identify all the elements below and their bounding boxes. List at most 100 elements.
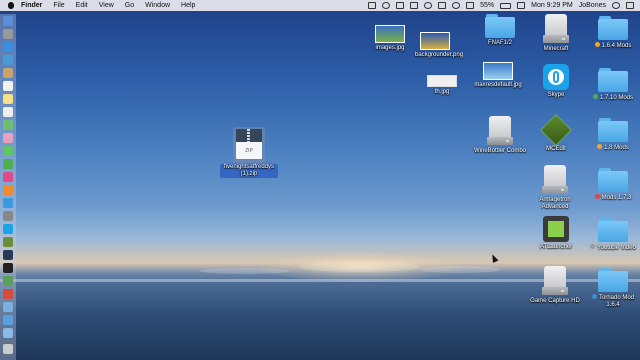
maxresdefault-label: maxresdefault.jpg bbox=[474, 82, 522, 88]
menu-file[interactable]: File bbox=[53, 2, 64, 9]
app-dock-icon[interactable] bbox=[3, 289, 13, 299]
menu-go[interactable]: Go bbox=[125, 2, 134, 9]
drive-icon bbox=[541, 266, 569, 296]
battery-percent[interactable]: 55% bbox=[480, 2, 494, 9]
dropbox-icon[interactable] bbox=[396, 2, 405, 9]
blue-tag-icon bbox=[591, 294, 597, 299]
mods-1710-label: 1.7.10 Mods bbox=[592, 94, 633, 102]
mods-164-folder[interactable]: 1.6.4 Mods bbox=[588, 16, 638, 50]
menu-finder[interactable]: Finder bbox=[21, 2, 42, 9]
fnaf-folder-label: FNAF1/2 bbox=[487, 40, 512, 46]
mods-164-label: 1.6.4 Mods bbox=[594, 42, 631, 50]
drive-icon bbox=[542, 14, 570, 44]
terminal-dock-icon[interactable] bbox=[3, 263, 13, 273]
app-store-dock-icon[interactable] bbox=[3, 198, 13, 208]
mods-173-text: Mods 1.7.3 bbox=[601, 195, 632, 201]
facetime-dock-icon[interactable] bbox=[3, 159, 13, 169]
menu-bar: Finder File Edit View Go Window Help 55%… bbox=[0, 0, 640, 11]
atlauncher-icon bbox=[543, 216, 569, 242]
mods-173-label: Mods 1.7.3 bbox=[594, 194, 632, 202]
menu-window[interactable]: Window bbox=[145, 2, 170, 9]
th-jpg-file[interactable]: th.jpg bbox=[424, 75, 460, 96]
fnaf-folder[interactable]: FNAF1/2 bbox=[472, 14, 528, 47]
itunes-dock-icon[interactable] bbox=[3, 172, 13, 182]
maps-dock-icon[interactable] bbox=[3, 120, 13, 130]
game-capture-label: Game Capture HD bbox=[530, 298, 580, 304]
drive-icon bbox=[486, 116, 514, 146]
steam-dock-icon[interactable] bbox=[3, 250, 13, 260]
mail-dock-icon[interactable] bbox=[3, 55, 13, 65]
menu-edit[interactable]: Edit bbox=[76, 2, 88, 9]
dock bbox=[0, 14, 16, 360]
zip-file-icon[interactable]: ZIP fivenightsatfreddys (1).zip bbox=[220, 127, 278, 178]
wifi-icon[interactable] bbox=[452, 2, 461, 9]
tornado-mod-folder[interactable]: Tornado Mod 1.6.4 bbox=[588, 268, 638, 309]
mcedit-app[interactable]: MCEdit bbox=[530, 114, 582, 153]
skype-dock-icon[interactable] bbox=[3, 224, 13, 234]
notification-center-icon[interactable] bbox=[626, 2, 634, 9]
tornado-mod-text: Tornado Mod 1.6.4 bbox=[598, 295, 635, 308]
orange-tag-icon bbox=[594, 42, 600, 47]
tornado-mod-label: Tornado Mod 1.6.4 bbox=[588, 294, 638, 309]
game-capture-drive[interactable]: Game Capture HD bbox=[526, 266, 584, 305]
red-tag-icon bbox=[594, 194, 600, 199]
mcedit-icon bbox=[540, 114, 572, 146]
youtube-video-text: Youtube Video bbox=[597, 245, 636, 251]
skype-icon bbox=[543, 64, 569, 90]
menu-help[interactable]: Help bbox=[181, 2, 195, 9]
mods-173-folder[interactable]: Mods 1.7.3 bbox=[588, 168, 638, 202]
menu-view[interactable]: View bbox=[99, 2, 114, 9]
minecraft-dock-icon[interactable] bbox=[3, 237, 13, 247]
winebottler-label: WineBottler Combo bbox=[473, 148, 527, 154]
steam-icon[interactable] bbox=[368, 2, 377, 9]
gray-tag-icon bbox=[590, 244, 596, 249]
winebottler-drive[interactable]: WineBottler Combo bbox=[472, 116, 528, 155]
armagetron-label: Armagetron Advanced bbox=[539, 197, 571, 210]
th-jpg-label: th.jpg bbox=[434, 89, 450, 95]
armagetron-drive[interactable]: Armagetron Advanced bbox=[526, 165, 584, 211]
orange-tag-icon bbox=[597, 144, 603, 149]
mods-18-text: 1.8 Mods bbox=[604, 145, 629, 151]
time-machine-icon[interactable] bbox=[424, 2, 433, 9]
menubar-clock[interactable]: Mon 9:29 PM bbox=[531, 2, 573, 9]
spotlight-icon[interactable] bbox=[612, 2, 620, 9]
calendar-dock-icon[interactable] bbox=[3, 81, 13, 91]
documents-dock-icon[interactable] bbox=[3, 328, 13, 338]
finder-dock-icon[interactable] bbox=[3, 16, 13, 26]
images-jpg-file[interactable]: images.jpg bbox=[372, 25, 408, 52]
maxresdefault-file[interactable]: maxresdefault.jpg bbox=[468, 62, 528, 89]
reminders-dock-icon[interactable] bbox=[3, 107, 13, 117]
mods-18-folder[interactable]: 1.8 Mods bbox=[588, 118, 638, 152]
backgrounder-png-file[interactable]: backgrounder.png bbox=[415, 32, 464, 59]
downloads-dock-icon[interactable] bbox=[3, 315, 13, 325]
battery-icon[interactable] bbox=[500, 2, 512, 9]
skype-status-icon[interactable] bbox=[382, 2, 391, 9]
safari-dock-icon[interactable] bbox=[3, 42, 13, 52]
user-name[interactable]: JoBones bbox=[579, 2, 606, 9]
image-thumbnail-icon bbox=[427, 75, 457, 87]
youtube-video-folder[interactable]: Youtube Video bbox=[588, 218, 638, 252]
backgrounder-png-label: backgrounder.png bbox=[415, 52, 464, 58]
images-jpg-label: images.jpg bbox=[375, 45, 405, 51]
volume-icon[interactable] bbox=[466, 2, 475, 9]
launchpad-dock-icon[interactable] bbox=[3, 29, 13, 39]
minecraft-drive[interactable]: Minecraft bbox=[530, 14, 582, 53]
system-preferences-dock-icon[interactable] bbox=[3, 211, 13, 221]
preview-dock-icon[interactable] bbox=[3, 302, 13, 312]
contacts-dock-icon[interactable] bbox=[3, 68, 13, 78]
mods-1710-folder[interactable]: 1.7.10 Mods bbox=[588, 68, 638, 102]
bluetooth-icon[interactable] bbox=[438, 2, 447, 9]
desktop[interactable]: Finder File Edit View Go Window Help 55%… bbox=[0, 0, 640, 360]
ibooks-dock-icon[interactable] bbox=[3, 185, 13, 195]
utility-dock-icon[interactable] bbox=[3, 276, 13, 286]
airplay-icon[interactable] bbox=[410, 2, 419, 9]
photos-dock-icon[interactable] bbox=[3, 133, 13, 143]
flag-icon[interactable] bbox=[517, 2, 526, 9]
atlauncher-app[interactable]: ATLauncher bbox=[530, 216, 582, 251]
notes-dock-icon[interactable] bbox=[3, 94, 13, 104]
apple-icon[interactable] bbox=[8, 2, 14, 9]
mods-18-label: 1.8 Mods bbox=[597, 144, 629, 152]
trash-dock-icon[interactable] bbox=[3, 344, 13, 354]
skype-app[interactable]: Skype bbox=[530, 64, 582, 99]
messages-dock-icon[interactable] bbox=[3, 146, 13, 156]
